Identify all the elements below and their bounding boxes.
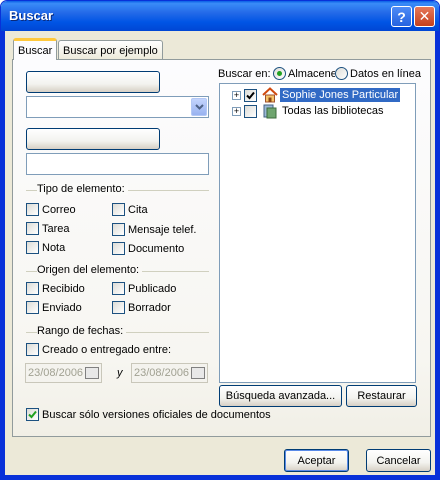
field-chooser-button-2[interactable] bbox=[26, 128, 160, 150]
buscar-en-label: Buscar en: bbox=[218, 68, 271, 80]
library-icon bbox=[263, 104, 277, 119]
field-chooser-button-1[interactable] bbox=[26, 71, 160, 93]
tab-buscar-label: Buscar bbox=[18, 44, 53, 57]
radio-datos-en-linea[interactable]: Datos en línea bbox=[335, 67, 421, 80]
help-icon: ? bbox=[397, 8, 406, 25]
date-and-label: y bbox=[117, 367, 123, 379]
checkbox-borrador[interactable]: Borrador bbox=[112, 301, 171, 314]
restore-button[interactable]: Restaurar bbox=[346, 385, 417, 407]
advanced-search-button[interactable]: Búsqueda avanzada... bbox=[219, 385, 342, 407]
tree-label: Todas las bibliotecas bbox=[282, 105, 384, 117]
tipo-elemento-label: Tipo de elemento: bbox=[37, 183, 128, 195]
checkbox-enviado[interactable]: Enviado bbox=[26, 301, 82, 314]
checkbox-nota[interactable]: Nota bbox=[26, 241, 65, 254]
checkbox-recibido[interactable]: Recibido bbox=[26, 282, 85, 295]
accept-button[interactable]: Aceptar bbox=[284, 449, 349, 472]
chevron-down-icon[interactable] bbox=[191, 98, 207, 116]
tab-buscar-por-ejemplo[interactable]: Buscar por ejemplo bbox=[58, 40, 163, 60]
checkbox-official-versions[interactable]: Buscar sólo versiones oficiales de docum… bbox=[26, 408, 271, 421]
help-button[interactable]: ? bbox=[391, 6, 412, 27]
checkbox-tarea[interactable]: Tarea bbox=[26, 222, 70, 235]
checkmark-icon[interactable] bbox=[244, 88, 257, 102]
tree-item-sophie-jones[interactable]: + Sophie Jones Particular bbox=[232, 87, 401, 103]
checkbox-mensaje-telef[interactable]: Mensaje telef. bbox=[112, 223, 196, 236]
house-icon bbox=[262, 87, 278, 103]
checkbox-documento[interactable]: Documento bbox=[112, 242, 184, 255]
field-combo-1[interactable] bbox=[26, 96, 209, 118]
cancel-button[interactable]: Cancelar bbox=[366, 449, 431, 472]
checkmark-icon bbox=[26, 408, 39, 421]
checkbox-creado-entregado[interactable]: Creado o entregado entre: bbox=[26, 343, 171, 356]
origen-elemento-label: Origen del elemento: bbox=[37, 264, 143, 276]
close-button[interactable]: ✕ bbox=[414, 6, 435, 27]
rango-fechas-label: Rango de fechas: bbox=[37, 325, 127, 337]
close-icon: ✕ bbox=[418, 8, 431, 24]
date-from-input[interactable]: 23/08/2006 bbox=[25, 363, 102, 383]
expand-icon[interactable]: + bbox=[232, 90, 241, 100]
radio-almacenes[interactable]: Almacenes bbox=[273, 67, 335, 80]
search-dialog: Buscar ? ✕ Buscar Buscar por ejemplo Tip… bbox=[0, 0, 440, 480]
expand-icon[interactable]: + bbox=[232, 106, 241, 116]
checkbox-cita[interactable]: Cita bbox=[112, 203, 148, 216]
calendar-icon[interactable] bbox=[191, 367, 205, 379]
tree-label: Sophie Jones Particular bbox=[280, 88, 401, 102]
tab-buscar-por-ejemplo-label: Buscar por ejemplo bbox=[63, 44, 158, 57]
tree-item-todas-bibliotecas[interactable]: + Todas las bibliotecas bbox=[232, 103, 386, 119]
location-tree[interactable]: + Sophie Jones Particular + Todas las bi… bbox=[219, 83, 416, 383]
checkbox-correo[interactable]: Correo bbox=[26, 203, 76, 216]
window-title: Buscar bbox=[9, 8, 54, 23]
title-bar[interactable]: Buscar ? ✕ bbox=[1, 1, 439, 31]
tab-buscar[interactable]: Buscar bbox=[13, 38, 58, 60]
checkbox-publicado[interactable]: Publicado bbox=[112, 282, 176, 295]
field-text-2[interactable] bbox=[26, 153, 209, 175]
calendar-icon[interactable] bbox=[85, 367, 99, 379]
date-to-input[interactable]: 23/08/2006 bbox=[131, 363, 208, 383]
